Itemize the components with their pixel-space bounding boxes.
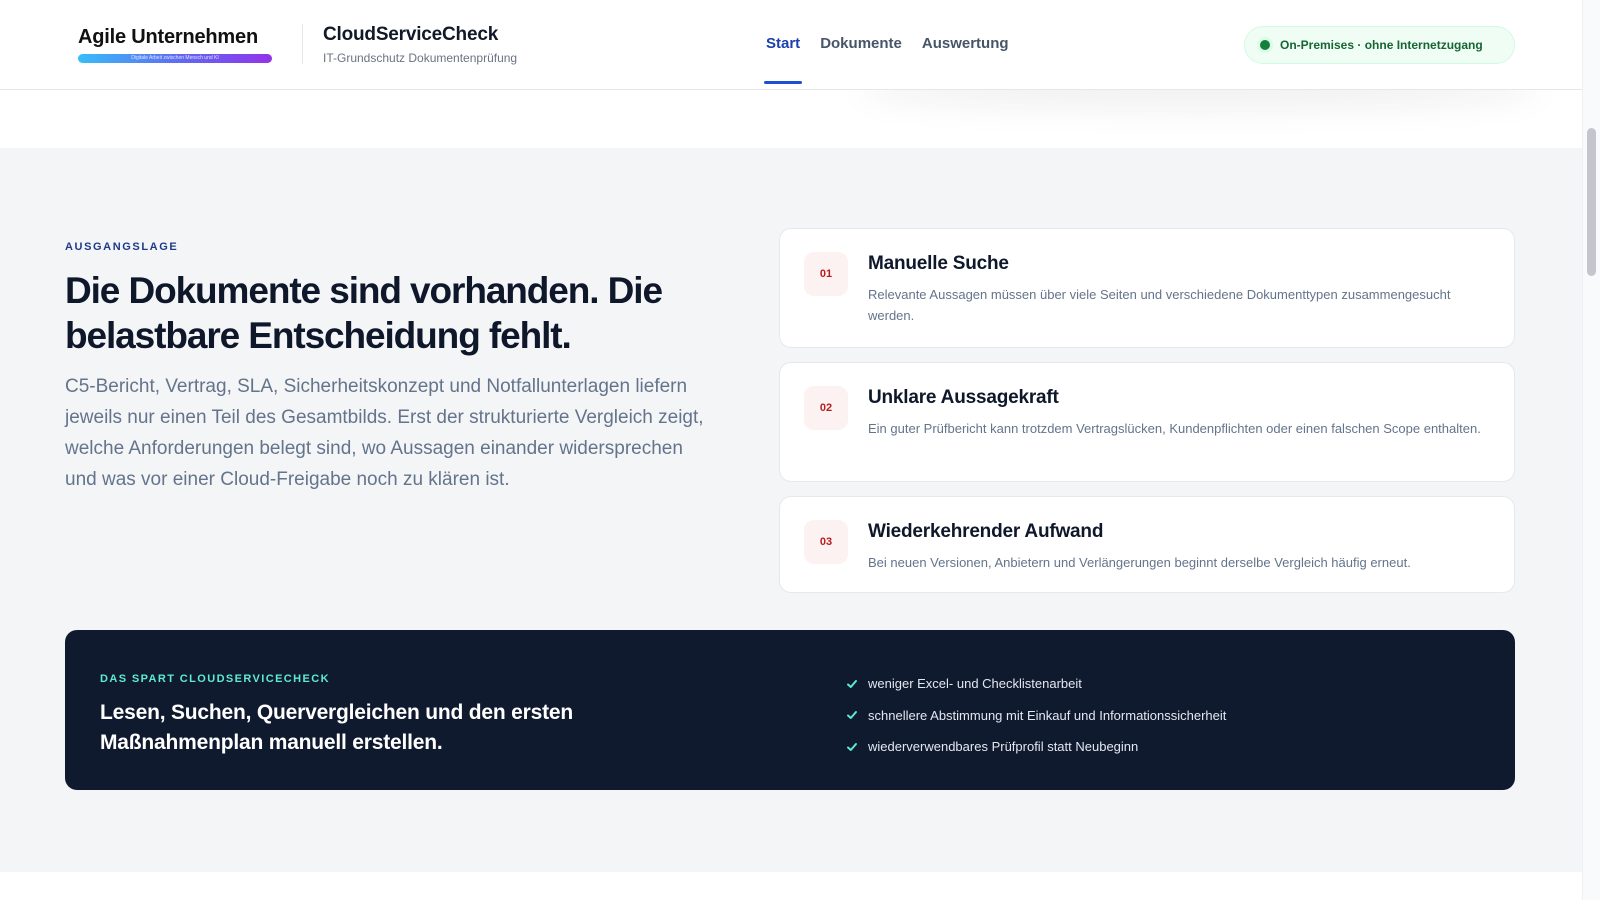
- benefit-text: weniger Excel- und Checklistenarbeit: [868, 676, 1082, 692]
- check-icon: [847, 711, 857, 720]
- benefit-item: wiederverwendbares Prüfprofil statt Neub…: [846, 731, 1226, 763]
- card-text: Relevante Aussagen müssen über viele Sei…: [868, 287, 1451, 323]
- problem-card-list: 01 Manuelle Suche Relevante Aussagen müs…: [779, 228, 1515, 607]
- nav-item-dokumente[interactable]: Dokumente: [820, 0, 902, 90]
- scrollbar-thumb[interactable]: [1587, 128, 1596, 276]
- main-nav: Start Dokumente Auswertung: [764, 0, 1009, 90]
- nav-item-label: Start: [766, 35, 801, 52]
- brand-tagline-bar: Digitale Arbeit zwischen Mensch und KI: [78, 54, 272, 63]
- header-divider: [302, 24, 303, 64]
- card-title: Manuelle Suche: [868, 253, 1009, 274]
- nav-item-label: Auswertung: [921, 35, 1009, 52]
- brand-name: Agile Unternehmen: [78, 26, 258, 48]
- benefit-text: schnellere Abstimmung mit Einkauf und In…: [868, 707, 1227, 723]
- next-section-edge: [0, 872, 1582, 900]
- nav-active-indicator: [764, 81, 803, 84]
- card-number-badge: 03: [804, 520, 848, 564]
- card-text: Bei neuen Versionen, Anbietern und Verlä…: [868, 555, 1411, 570]
- problem-card: 01 Manuelle Suche Relevante Aussagen müs…: [779, 228, 1515, 348]
- check-icon: [847, 742, 857, 751]
- card-number-badge: 02: [804, 386, 848, 430]
- nav-item-label: Dokumente: [820, 35, 902, 52]
- card-title: Unklare Aussagekraft: [868, 387, 1059, 408]
- card-number-badge: 01: [804, 252, 848, 296]
- problem-card: 02 Unklare Aussagekraft Ein guter Prüfbe…: [779, 362, 1515, 482]
- brand-logo[interactable]: Agile Unternehmen Digitale Arbeit zwisch…: [78, 26, 272, 63]
- status-badge: On-Premises · ohne Internetzugang: [1244, 26, 1515, 64]
- benefit-item: weniger Excel- und Checklistenarbeit: [846, 668, 1226, 700]
- vertical-scrollbar[interactable]: [1582, 0, 1600, 900]
- ausgangslage-section: AUSGANGSLAGE Die Dokumente sind vorhande…: [0, 148, 1582, 872]
- product-title-block: CloudServiceCheck IT-Grundschutz Dokumen…: [323, 24, 517, 65]
- section-eyebrow: AUSGANGSLAGE: [65, 241, 179, 253]
- card-text: Ein guter Prüfbericht kann trotzdem Vert…: [868, 421, 1481, 436]
- product-subtitle: IT-Grundschutz Dokumentenprüfung: [323, 51, 518, 65]
- card-title: Wiederkehrender Aufwand: [868, 521, 1104, 542]
- product-name: CloudServiceCheck: [323, 24, 499, 45]
- benefit-list: weniger Excel- und Checklistenarbeit sch…: [846, 668, 1226, 763]
- check-icon: [847, 679, 857, 688]
- page: Agile Unternehmen Digitale Arbeit zwisch…: [0, 0, 1600, 900]
- nav-item-auswertung[interactable]: Auswertung: [922, 0, 1009, 90]
- callout-title: Lesen, Suchen, Quervergleichen und den e…: [100, 701, 573, 754]
- status-dot-icon: [1260, 40, 1270, 50]
- benefit-item: schnellere Abstimmung mit Einkauf und In…: [846, 700, 1226, 732]
- status-badge-label: On-Premises · ohne Internetzugang: [1280, 38, 1483, 52]
- section-lead-text: C5-Bericht, Vertrag, SLA, Sicherheitskon…: [65, 376, 704, 490]
- top-header: Agile Unternehmen Digitale Arbeit zwisch…: [0, 0, 1582, 90]
- nav-item-start[interactable]: Start: [764, 0, 803, 90]
- section-headline: Die Dokumente sind vorhanden. Die belast…: [65, 270, 663, 356]
- callout-eyebrow: DAS SPART CLOUDSERVICECHECK: [100, 673, 330, 685]
- benefit-text: wiederverwendbares Prüfprofil statt Neub…: [868, 739, 1139, 755]
- problem-card: 03 Wiederkehrender Aufwand Bei neuen Ver…: [779, 496, 1515, 593]
- savings-callout: DAS SPART CLOUDSERVICECHECK Lesen, Suche…: [65, 630, 1515, 790]
